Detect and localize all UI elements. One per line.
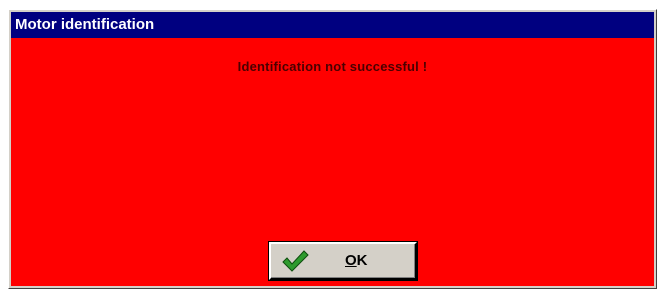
motor-identification-dialog: Motor identification Identification not … [8,9,657,289]
dialog-title: Motor identification [15,16,155,33]
ok-label-rest: K [356,252,368,269]
ok-mnemonic: O [345,252,357,269]
checkmark-icon [282,250,309,272]
ok-button[interactable]: OK [269,242,417,280]
dialog-title-bar[interactable]: Motor identification [11,12,654,38]
dialog-body: Identification not successful ! OK [11,38,654,286]
error-message: Identification not successful ! [237,59,428,74]
ok-button-label: OK [345,252,368,269]
